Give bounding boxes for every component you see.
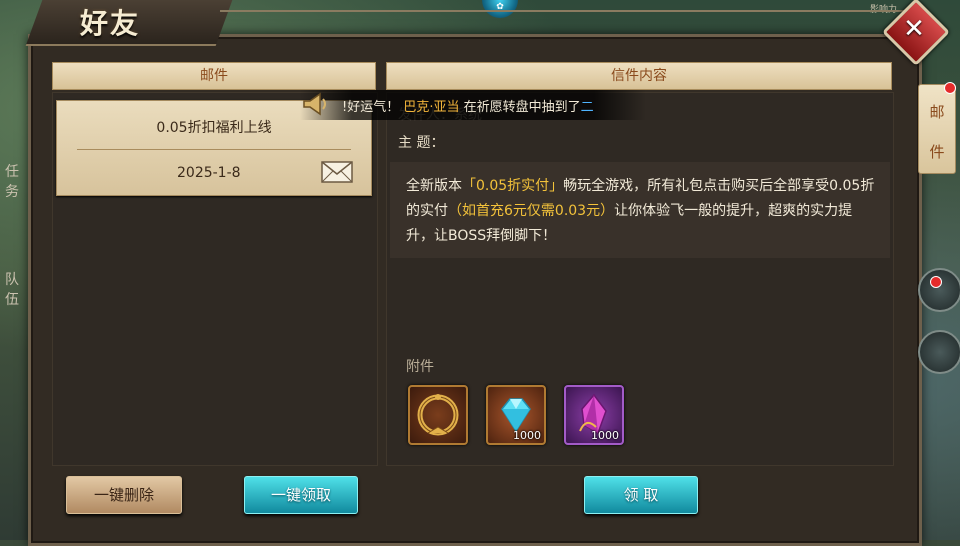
ticker-prefix: !好运气！ <box>342 100 400 115</box>
top-right-label: 影响力 <box>870 2 897 15</box>
claim-button[interactable]: 领 取 <box>584 476 698 514</box>
body-text-1: 全新版本 <box>406 178 462 194</box>
side-button-notification-dot <box>930 276 942 288</box>
mail-content-header: 信件内容 <box>386 62 892 90</box>
side-tab-quest-char1[interactable]: 任 <box>2 162 22 182</box>
attachment-count-3: 1000 <box>591 429 619 442</box>
side-tab-team-char1[interactable]: 队 <box>2 270 22 290</box>
mail-notification-dot <box>944 82 956 94</box>
ticker-middle: 在祈愿转盘中抽到了 <box>459 100 581 115</box>
claim-all-button[interactable]: 一键领取 <box>244 476 358 514</box>
attachment-slot-1[interactable] <box>408 385 468 445</box>
attachment-count-2: 1000 <box>513 429 541 442</box>
ticker-player-name: 巴克·亚当 <box>403 100 460 115</box>
body-highlight-2: （如首充6元仅需0.03元） <box>448 203 615 219</box>
window-title: 好友 <box>80 7 141 40</box>
side-tab-mail-char2: 件 <box>929 143 945 161</box>
gold-ring-icon <box>417 394 459 436</box>
horn-icon <box>303 92 326 116</box>
top-border-line <box>220 10 910 12</box>
attachment-slot-2[interactable]: 1000 <box>486 385 546 445</box>
mail-item-divider <box>77 149 351 150</box>
ticker-tail: 二 <box>580 100 594 115</box>
broadcast-text: !好运气！ 巴克·亚当 在祈愿转盘中抽到了二 <box>342 96 594 115</box>
body-highlight-1: 「0.05折实付」 <box>462 178 564 194</box>
mail-body: 全新版本「0.05折实付」畅玩全游戏，所有礼包点击购买后全部享受0.05折的实付… <box>406 174 880 249</box>
attachment-slot-3[interactable]: 1000 <box>564 385 624 445</box>
close-icon[interactable]: ✕ <box>898 13 930 45</box>
side-tab-mail-char1: 邮 <box>929 103 945 121</box>
mail-item-title: 0.05折扣福利上线 <box>156 120 272 136</box>
side-round-button-2[interactable] <box>918 330 960 374</box>
mail-list-header: 邮件 <box>52 62 376 90</box>
envelope-icon <box>321 161 353 183</box>
delete-all-button[interactable]: 一键删除 <box>66 476 182 514</box>
side-tab-team-char2[interactable]: 伍 <box>2 290 22 310</box>
mail-subject-label: 主 题： <box>398 135 445 151</box>
mail-item-date: 2025-1-8 <box>177 165 241 181</box>
side-round-button-1[interactable] <box>918 268 960 312</box>
side-tab-mail[interactable]: 邮 件 <box>918 84 956 174</box>
side-tab-quest-char2[interactable]: 务 <box>2 182 22 202</box>
attachments-label: 附件 <box>406 359 434 375</box>
